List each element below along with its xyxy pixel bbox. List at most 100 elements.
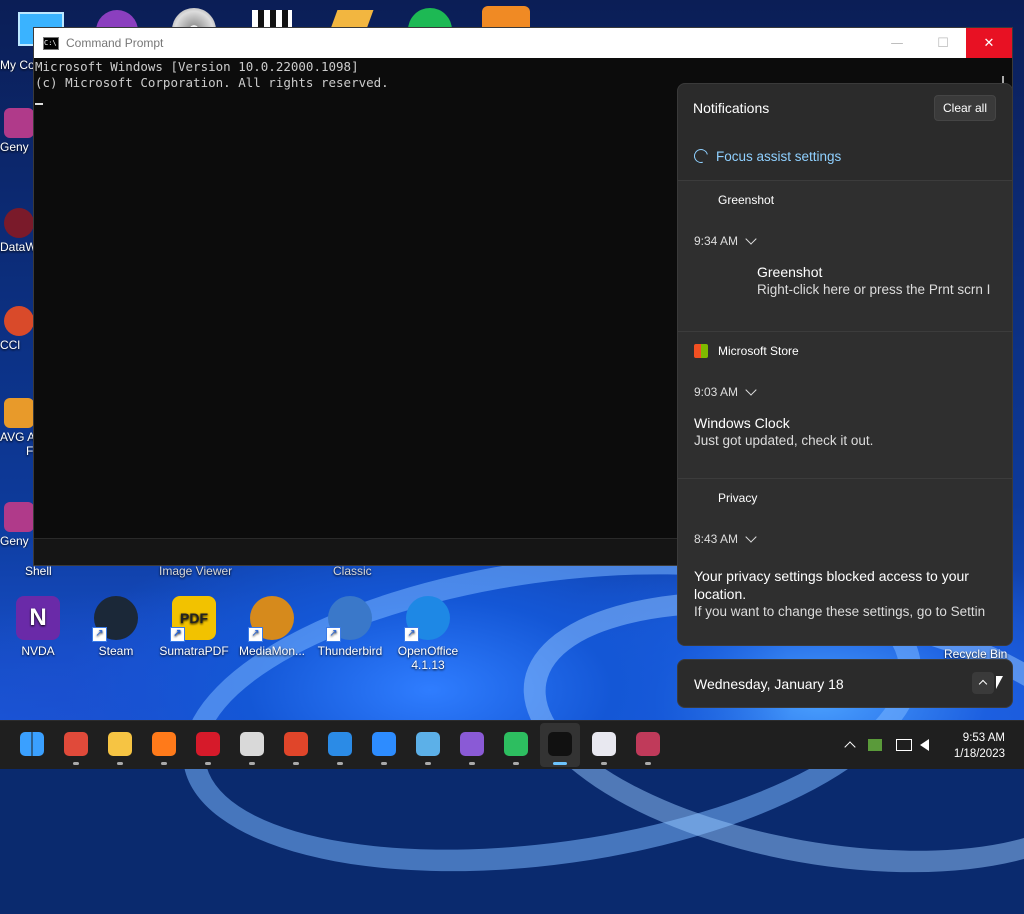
clear-all-button[interactable]: Clear all [933,95,996,121]
paint-icon[interactable] [416,732,440,756]
notification-body: If you want to change these settings, go… [694,604,986,619]
desktop-icon-label: NVDA [21,644,55,658]
desktop-icon-label: SumatraPDF [159,644,229,658]
chevron-down-icon[interactable] [745,384,757,396]
photo-app-icon[interactable] [636,732,660,756]
terminal-icon[interactable] [548,732,572,756]
nvidia-tray-icon[interactable] [868,739,882,751]
notification-body: Just got updated, check it out. [694,433,874,448]
cmd-app-icon: C:\ [43,36,59,50]
notification-group-greenshot[interactable]: Greenshot 9:34 AM Greenshot Right-click … [678,180,1012,331]
notification-group-microsoft-store[interactable]: Microsoft Store 9:03 AM Windows Clock Ju… [678,331,1012,478]
running-indicator [161,762,167,765]
avg-icon [4,398,34,428]
greenshot-icon [694,193,708,207]
genymotion-icon [4,108,34,138]
genymotion-icon [4,502,34,532]
notification-body: Right-click here or press the Prnt scrn … [757,282,991,297]
running-indicator [73,762,79,765]
evernote-icon[interactable] [504,732,528,756]
desktop-icon-avg[interactable]: AVG A F [0,398,36,458]
chevron-down-icon[interactable] [745,531,757,543]
desktop-icon-nvda[interactable]: N NVDA [0,596,76,658]
chevron-down-icon[interactable] [745,233,757,245]
privacy-icon [694,491,708,505]
running-indicator [601,762,607,765]
mouse-cursor [996,676,1003,689]
running-indicator [553,762,567,765]
running-indicator [469,762,475,765]
desktop-icon-genymotion[interactable]: Geny [0,108,36,154]
pdf-icon: PDF ↗ [170,596,216,642]
notification-title: Your privacy settings blocked access to … [694,568,969,602]
notification-time[interactable]: 8:43 AM [678,517,1012,561]
desktop-icon-label: MediaMon... [238,644,306,658]
notification-title: Windows Clock [694,415,790,431]
maximize-button[interactable]: ☐ [920,28,966,58]
taskbar-time: 9:53 AM [962,732,1005,744]
thunderbird-icon: ↗ [326,596,372,642]
desktop-label-shell: Shell [25,564,52,578]
vscode-icon[interactable] [328,732,352,756]
desktop-icon-label: My Co [0,58,35,72]
notifications-header: Notifications Clear all [678,84,1012,132]
zoom-icon[interactable] [372,732,396,756]
desktop-icon-label: CCl [0,338,20,352]
moon-icon [691,146,711,166]
notification-time[interactable]: 9:03 AM [678,370,1012,414]
cmd-window-title: Command Prompt [66,36,164,50]
firefox-icon[interactable] [152,732,176,756]
github-icon[interactable] [460,732,484,756]
notification-title: Greenshot [757,264,823,280]
chevron-up-icon[interactable] [972,672,994,694]
itunes-icon[interactable] [592,732,616,756]
close-button[interactable]: ✕ [966,28,1012,58]
notification-source-label: Microsoft Store [718,344,799,358]
desktop-icon-label: AVG A [0,430,36,444]
microsoft-store-icon [694,344,708,358]
file-explorer-icon[interactable] [108,732,132,756]
notification-group-privacy[interactable]: Privacy 8:43 AM Your privacy settings bl… [678,478,1012,645]
network-icon[interactable] [896,739,912,751]
notification-source: Greenshot [678,181,1012,219]
desktop-icon-mycomputer[interactable]: My Co [0,58,36,72]
ccleaner-icon[interactable] [284,732,308,756]
cmd-title-bar[interactable]: C:\ Command Prompt — ☐ ✕ [34,28,1012,58]
opera-icon[interactable] [196,732,220,756]
desktop-icon-label: OpenOffice 4.1.13 [397,644,459,672]
media-monkey-icon: ↗ [248,596,294,642]
ccleaner-icon [4,306,34,336]
desktop-icon-openoffice[interactable]: ↗ OpenOffice 4.1.13 [390,596,466,672]
running-indicator [425,762,431,765]
notification-source: Privacy [678,479,1012,517]
running-indicator [513,762,519,765]
notifications-title: Notifications [693,100,770,116]
desktop-icon-mediamonkey[interactable]: ↗ MediaMon... [234,596,310,658]
focus-assist-label: Focus assist settings [716,148,842,164]
notification-time-label: 9:34 AM [694,234,739,248]
running-indicator [381,762,387,765]
focus-assist-settings-link[interactable]: Focus assist settings [678,132,1012,180]
calendar-header[interactable]: Wednesday, January 18 [677,659,1013,708]
desktop-icon-genymotion-shell[interactable]: Geny [0,502,36,548]
desktop-icon-sumatrapdf[interactable]: PDF ↗ SumatraPDF [156,596,232,658]
minimize-button[interactable]: — [874,28,920,58]
clock-app-icon[interactable] [240,732,264,756]
notification-time-label: 8:43 AM [694,532,739,546]
desktop-icon-ccleaner[interactable]: CCl [0,306,36,352]
volume-icon[interactable] [920,739,929,751]
taskbar-clock[interactable]: 9:53 AM 1/18/2023 [954,730,1005,762]
notification-source-label: Privacy [718,491,758,505]
chrome-icon[interactable] [64,732,88,756]
notification-source: Microsoft Store [678,332,1012,370]
notification-time-label: 9:03 AM [694,385,739,399]
desktop-icon-datawrangler[interactable]: DataW [0,208,36,254]
calendar-date: Wednesday, January 18 [694,675,844,692]
desktop-icon-thunderbird[interactable]: ↗ Thunderbird [312,596,388,658]
nvda-icon: N [16,596,60,640]
notification-time[interactable]: 9:34 AM [678,219,1012,263]
desktop-icon-steam[interactable]: ↗ Steam [78,596,154,658]
running-indicator [249,762,255,765]
show-hidden-icons-chevron-icon[interactable] [844,741,856,753]
start-icon[interactable] [20,732,44,756]
